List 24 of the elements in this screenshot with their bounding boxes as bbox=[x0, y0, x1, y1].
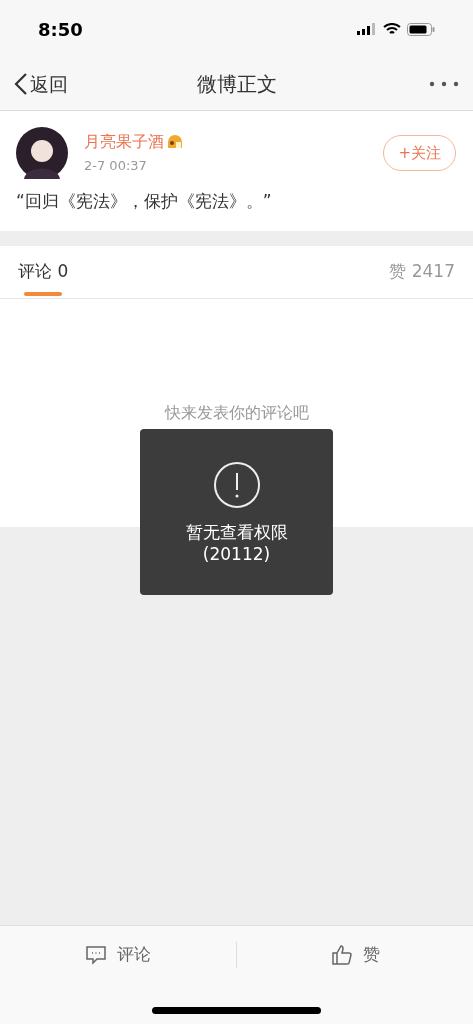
battery-icon bbox=[407, 22, 435, 36]
tab[interactable]: 赞 2417 bbox=[389, 245, 455, 298]
thumbs-up-icon bbox=[330, 944, 353, 966]
avatar[interactable] bbox=[16, 127, 68, 179]
badge-icon bbox=[166, 134, 184, 151]
wifi-icon bbox=[383, 22, 401, 36]
comment-button[interactable]: 评论 bbox=[85, 942, 151, 968]
chevron-left-icon bbox=[14, 72, 28, 96]
back-button[interactable]: 返回 bbox=[14, 69, 68, 99]
username[interactable]: 月亮果子酒 bbox=[84, 130, 164, 155]
exclamation-icon bbox=[212, 461, 261, 509]
tab-indicator bbox=[24, 291, 63, 296]
signal-icon bbox=[357, 23, 377, 35]
post-text: “回归《宪法》，保护《宪法》。” bbox=[16, 190, 273, 213]
like-button[interactable]: 赞 bbox=[330, 942, 380, 968]
toast-message: 暂无查看权限 bbox=[185, 521, 288, 543]
status-time: 8:50 bbox=[38, 17, 83, 42]
post-time: 2-7 00:37 bbox=[84, 157, 148, 176]
tab[interactable]: 评论 0 bbox=[18, 245, 69, 298]
empty-hint: 快来发表你的评论吧 bbox=[164, 401, 309, 423]
more-icon[interactable] bbox=[429, 81, 459, 87]
page-title: 微博正文 bbox=[196, 71, 277, 98]
toast-code: (20112) bbox=[202, 543, 271, 565]
comment-icon bbox=[85, 944, 107, 966]
